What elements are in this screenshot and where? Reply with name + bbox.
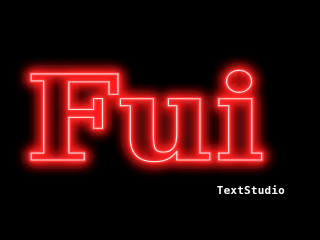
glowing-text-artwork: Fui Fui Fui [22,46,269,192]
watermark-label: TextStudio [216,184,285,197]
artwork-canvas: Fui Fui Fui TextStudio [0,0,291,200]
glow-text-core: Fui [25,49,265,188]
